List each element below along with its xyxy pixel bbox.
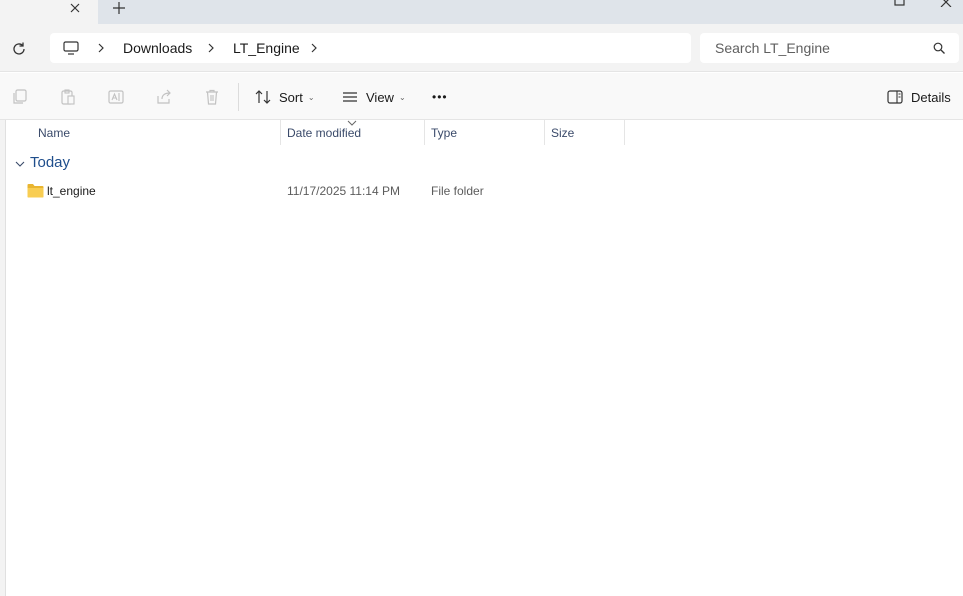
details-button[interactable]: Details: [887, 85, 951, 109]
tab-active[interactable]: [0, 0, 98, 24]
file-list: Name Date modified Type Size Today lt_en…: [0, 120, 963, 596]
search-placeholder: Search LT_Engine: [715, 40, 830, 56]
more-options-button[interactable]: •••: [432, 85, 448, 109]
column-separator[interactable]: [544, 120, 545, 145]
group-header-today[interactable]: Today: [30, 154, 70, 171]
view-icon: [343, 92, 357, 102]
search-icon[interactable]: [933, 42, 945, 54]
chevron-down-icon[interactable]: [15, 159, 25, 169]
chevron-down-icon: ⌄: [307, 92, 315, 102]
breadcrumb[interactable]: Downloads LT_Engine: [50, 33, 691, 63]
plus-icon[interactable]: [110, 0, 128, 16]
copy-icon[interactable]: [11, 88, 29, 106]
command-bar: Sort ⌄ View ⌄ ••• Details: [0, 73, 963, 120]
column-separator[interactable]: [280, 120, 281, 145]
window-close-icon[interactable]: [940, 0, 954, 8]
column-header-size[interactable]: Size: [551, 120, 574, 145]
rename-icon[interactable]: [107, 88, 125, 106]
refresh-icon[interactable]: [8, 38, 30, 60]
search-input[interactable]: Search LT_Engine: [700, 33, 959, 63]
column-separator[interactable]: [624, 120, 625, 145]
breadcrumb-item-downloads[interactable]: Downloads: [123, 33, 192, 63]
file-type: File folder: [431, 184, 484, 198]
sort-label: Sort: [279, 89, 303, 105]
view-label: View: [366, 89, 394, 105]
sort-icon: [255, 90, 271, 104]
delete-icon[interactable]: [203, 88, 221, 106]
file-date-modified: 11/17/2025 11:14 PM: [287, 184, 400, 198]
share-icon[interactable]: [155, 88, 173, 106]
details-label: Details: [911, 89, 951, 105]
monitor-icon[interactable]: [63, 33, 79, 63]
chevron-right-icon[interactable]: [308, 42, 320, 54]
column-header-name[interactable]: Name: [38, 120, 70, 145]
maximize-icon[interactable]: [894, 0, 908, 6]
file-name[interactable]: lt_engine: [47, 180, 96, 202]
view-button[interactable]: View ⌄: [342, 85, 406, 109]
column-header-date-modified[interactable]: Date modified: [287, 120, 361, 145]
folder-icon: [27, 184, 44, 198]
sort-button[interactable]: Sort ⌄: [255, 85, 315, 109]
tab-bar: [0, 0, 963, 24]
column-header-type[interactable]: Type: [431, 120, 457, 145]
chevron-right-icon: [208, 43, 214, 53]
command-separator: [238, 83, 239, 111]
table-row[interactable]: lt_engine 11/17/2025 11:14 PM File folde…: [7, 180, 963, 202]
details-pane-icon: [887, 90, 903, 104]
close-icon[interactable]: [66, 0, 84, 16]
address-bar: Downloads LT_Engine Search LT_Engine: [0, 24, 963, 72]
chevron-down-icon: ⌄: [398, 92, 406, 102]
breadcrumb-item-lt-engine[interactable]: LT_Engine: [233, 33, 300, 63]
column-separator[interactable]: [424, 120, 425, 145]
chevron-right-icon: [98, 43, 104, 53]
navigation-pane-edge: [0, 120, 6, 596]
paste-icon[interactable]: [59, 88, 77, 106]
